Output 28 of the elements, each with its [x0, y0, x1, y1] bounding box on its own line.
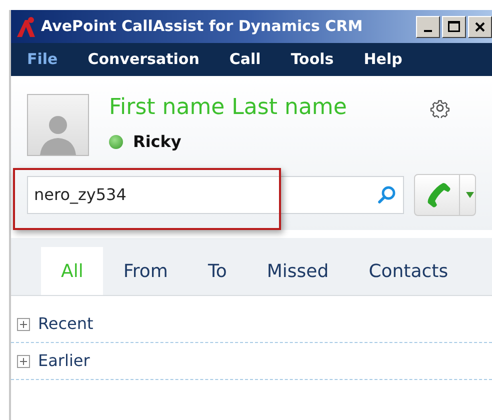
contact-name: First name Last name: [109, 94, 347, 122]
group-label[interactable]: Earlier: [38, 349, 90, 373]
minimize-button[interactable]: [416, 16, 440, 38]
expand-icon[interactable]: [17, 318, 30, 330]
menu-item[interactable]: Conversation: [88, 48, 200, 71]
menu-item[interactable]: Help: [364, 48, 402, 71]
caret-icon: [466, 192, 474, 198]
tab[interactable]: Contacts: [348, 247, 468, 295]
minimize-icon: [424, 30, 432, 32]
tab[interactable]: From: [103, 247, 188, 295]
status-name: Ricky: [133, 131, 182, 153]
settings-icon[interactable]: [430, 98, 450, 118]
group-label[interactable]: Recent: [38, 312, 94, 336]
close-button[interactable]: [468, 16, 492, 38]
search-field[interactable]: nero_zy534: [27, 176, 404, 214]
call-button[interactable]: [414, 174, 476, 216]
expand-icon[interactable]: [17, 354, 30, 368]
logo-icon: [15, 16, 37, 38]
menu-item[interactable]: Tools: [290, 48, 334, 71]
close-icon: [475, 22, 485, 32]
tab[interactable]: Missed: [246, 247, 349, 295]
maximize-button[interactable]: [442, 16, 466, 38]
menu-item[interactable]: File: [27, 48, 58, 71]
search-icon: [377, 185, 398, 205]
menu-item[interactable]: Call: [229, 48, 261, 71]
window-title: AvePoint CallAssist for Dynamics CRM: [41, 16, 363, 38]
maximize-icon: [448, 21, 460, 32]
tab[interactable]: To: [188, 247, 247, 295]
